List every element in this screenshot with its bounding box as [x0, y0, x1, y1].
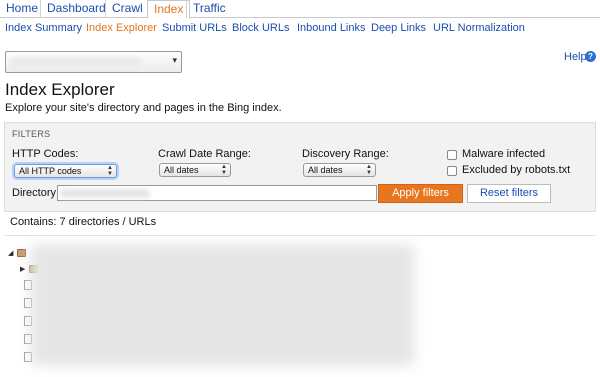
select-arrows-icon: ▲ ▼: [107, 165, 113, 177]
http-codes-select[interactable]: All HTTP codes ▲ ▼: [14, 164, 117, 178]
help-link[interactable]: Help: [564, 51, 587, 63]
malware-checkbox[interactable]: [447, 150, 457, 160]
select-arrows-icon: ▲ ▼: [366, 164, 372, 176]
tab-traffic[interactable]: Traffic: [186, 0, 232, 18]
crawl-date-label: Crawl Date Range:: [158, 148, 251, 160]
apply-filters-button[interactable]: Apply filters: [378, 184, 463, 203]
crawl-date-value: All dates: [164, 165, 199, 175]
subnav-deep-links[interactable]: Deep Links: [371, 22, 426, 34]
divider: [4, 235, 596, 236]
malware-label: Malware infected: [462, 148, 546, 160]
robots-checkbox[interactable]: [447, 166, 457, 176]
filters-title: FILTERS: [12, 129, 51, 139]
discovery-range-label: Discovery Range:: [302, 148, 389, 160]
top-nav-tabs: Home Dashboard Crawl Index Traffic: [0, 0, 600, 19]
select-arrows-icon: ▲ ▼: [221, 164, 227, 176]
redacted-tree-content: [30, 244, 415, 366]
http-codes-label: HTTP Codes:: [12, 148, 79, 160]
tab-crawl[interactable]: Crawl: [105, 0, 149, 18]
help-icon[interactable]: ?: [585, 51, 596, 62]
directory-input[interactable]: [57, 185, 377, 201]
subnav-block-urls[interactable]: Block URLs: [232, 22, 289, 34]
chevron-down-icon: ▾: [172, 55, 177, 65]
expand-triangle-icon[interactable]: ◢: [8, 250, 13, 258]
directory-value-redacted: [60, 189, 150, 198]
directory-label: Directory:: [12, 187, 60, 199]
tab-index[interactable]: Index: [147, 0, 191, 19]
site-name-redacted: [10, 57, 142, 67]
tab-dashboard[interactable]: Dashboard: [40, 0, 112, 18]
filters-panel: FILTERS HTTP Codes: All HTTP codes ▲ ▼ Cr…: [4, 122, 596, 212]
subnav-index-explorer[interactable]: Index Explorer: [86, 22, 157, 34]
discovery-range-select[interactable]: All dates ▲ ▼: [303, 163, 376, 177]
site-selector[interactable]: ▾: [5, 51, 182, 73]
robots-label: Excluded by robots.txt: [462, 164, 571, 176]
subnav-url-normalization[interactable]: URL Normalization: [433, 22, 525, 34]
subnav-inbound-links[interactable]: Inbound Links: [297, 22, 366, 34]
page-description: Explore your site's directory and pages …: [5, 102, 282, 114]
crawl-date-select[interactable]: All dates ▲ ▼: [159, 163, 231, 177]
reset-filters-button[interactable]: Reset filters: [467, 184, 551, 203]
subnav-submit-urls[interactable]: Submit URLs: [162, 22, 227, 34]
results-count: Contains: 7 directories / URLs: [10, 216, 157, 228]
http-codes-value: All HTTP codes: [19, 166, 82, 176]
subnav-index-summary[interactable]: Index Summary: [5, 22, 82, 34]
collapsed-triangle-icon[interactable]: ▶: [20, 266, 25, 274]
page-title: Index Explorer: [5, 80, 115, 99]
discovery-range-value: All dates: [308, 165, 343, 175]
folder-icon: [17, 249, 26, 257]
sub-navigation: Index Summary Index Explorer Submit URLs…: [0, 22, 600, 38]
tab-home[interactable]: Home: [0, 0, 44, 18]
directory-tree: ◢ ▶: [0, 242, 600, 372]
